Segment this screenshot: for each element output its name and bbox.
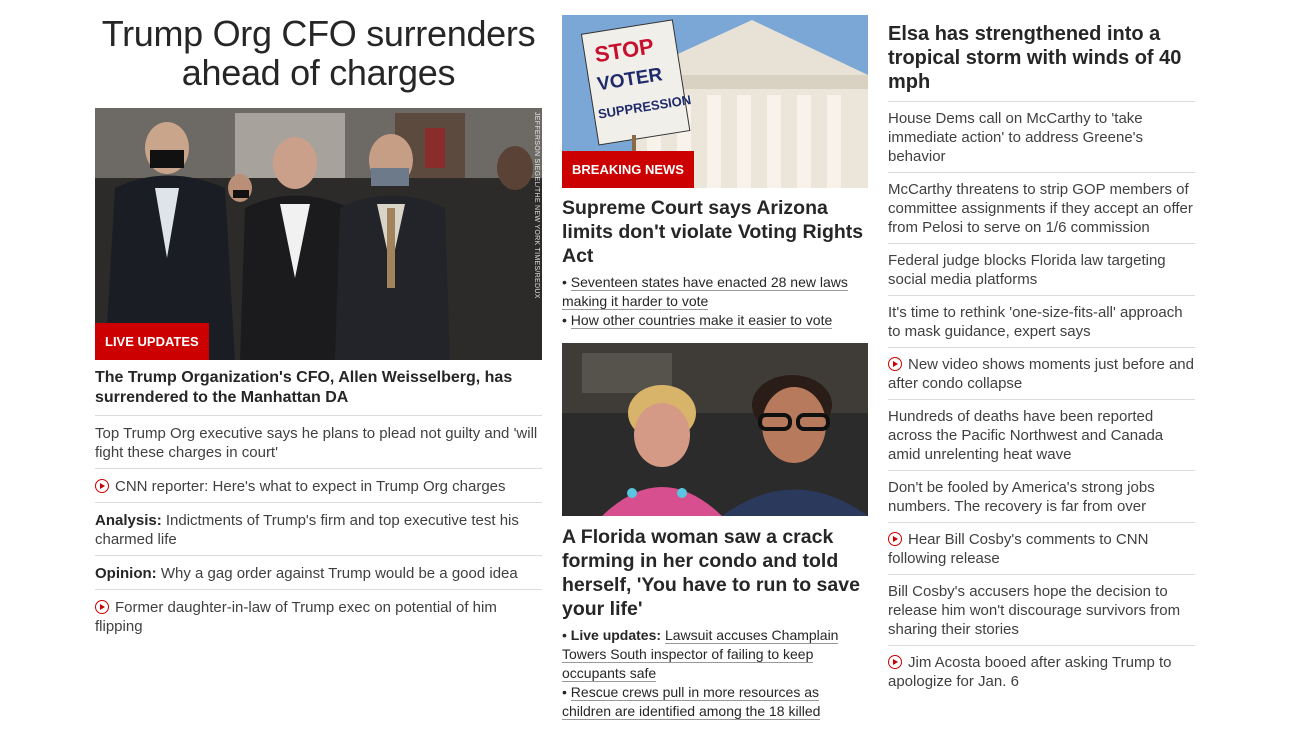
- list-item-text: Hear Bill Cosby's comments to CNN follow…: [888, 531, 1149, 567]
- condo-photo: [562, 343, 868, 516]
- play-video-icon: [95, 479, 109, 493]
- live-updates-badge[interactable]: LIVE UPDATES: [95, 323, 209, 360]
- list-item[interactable]: McCarthy threatens to strip GOP members …: [888, 173, 1195, 244]
- live-updates-label: Live updates:: [570, 627, 662, 643]
- list-item-text: Jim Acosta booed after asking Trump to a…: [888, 654, 1172, 690]
- condo-video-image[interactable]: [562, 343, 868, 516]
- lead-column: Trump Org CFO surrenders ahead of charge…: [95, 0, 542, 642]
- list-item-text: Bill Cosby's accusers hope the decision …: [888, 583, 1181, 638]
- play-video-icon: [95, 600, 109, 614]
- list-item[interactable]: Jim Acosta booed after asking Trump to a…: [888, 646, 1195, 697]
- list-item-text: Top Trump Org executive says he plans to…: [95, 425, 538, 461]
- supreme-court-bullets: • Seventeen states have enacted 28 new l…: [562, 273, 868, 330]
- bullet-item[interactable]: • How other countries make it easier to …: [562, 311, 868, 330]
- list-item[interactable]: Bill Cosby's accusers hope the decision …: [888, 575, 1195, 646]
- list-item-text: Federal judge blocks Florida law targeti…: [888, 252, 1166, 288]
- bullet-link[interactable]: Rescue crews pull in more resources as c…: [562, 684, 821, 720]
- list-item[interactable]: Former daughter-in-law of Trump exec on …: [95, 590, 542, 642]
- list-item-text: McCarthy threatens to strip GOP members …: [888, 181, 1193, 236]
- list-item-text: Don't be fooled by America's strong jobs…: [888, 479, 1155, 515]
- condo-bullets: • Live updates: Lawsuit accuses Champlai…: [562, 626, 868, 721]
- supreme-court-image[interactable]: STOP VOTER SUPPRESSION BREAKING NEWS: [562, 15, 868, 188]
- list-item[interactable]: Federal judge blocks Florida law targeti…: [888, 244, 1195, 296]
- list-item[interactable]: Top Trump Org executive says he plans to…: [95, 416, 542, 469]
- bullet-item[interactable]: • Rescue crews pull in more resources as…: [562, 683, 868, 721]
- play-video-icon: [888, 655, 902, 669]
- elsa-headline[interactable]: Elsa has strengthened into a tropical st…: [888, 22, 1195, 102]
- list-item-text: Former daughter-in-law of Trump exec on …: [95, 599, 497, 635]
- list-item[interactable]: Hear Bill Cosby's comments to CNN follow…: [888, 523, 1195, 575]
- lead-related-list: Top Trump Org executive says he plans to…: [95, 416, 542, 642]
- middle-column: STOP VOTER SUPPRESSION BREAKING NEWS Sup…: [562, 0, 868, 721]
- list-item-text: CNN reporter: Here's what to expect in T…: [115, 478, 506, 495]
- lead-image[interactable]: JEFFERSON SIEGEL/THE NEW YORK TIMES/REDU…: [95, 108, 542, 360]
- bullet-item[interactable]: • Live updates: Lawsuit accuses Champlai…: [562, 626, 868, 683]
- lead-title-link[interactable]: Trump Org CFO surrenders ahead of charge…: [102, 13, 536, 93]
- list-item[interactable]: House Dems call on McCarthy to 'take imm…: [888, 102, 1195, 173]
- bullet-item[interactable]: • Seventeen states have enacted 28 new l…: [562, 273, 868, 311]
- list-item[interactable]: Hundreds of deaths have been reported ac…: [888, 400, 1195, 471]
- lead-title[interactable]: Trump Org CFO surrenders ahead of charge…: [95, 14, 542, 92]
- list-item[interactable]: Don't be fooled by America's strong jobs…: [888, 471, 1195, 523]
- analysis-label: Analysis:: [95, 512, 162, 529]
- bullet-link[interactable]: How other countries make it easier to vo…: [570, 312, 833, 329]
- list-item-text: New video shows moments just before and …: [888, 356, 1194, 392]
- breaking-news-badge[interactable]: BREAKING NEWS: [562, 151, 694, 188]
- list-item-text: Hundreds of deaths have been reported ac…: [888, 408, 1164, 463]
- list-item[interactable]: New video shows moments just before and …: [888, 348, 1195, 400]
- bullet-link[interactable]: Seventeen states have enacted 28 new law…: [562, 274, 848, 310]
- list-item[interactable]: It's time to rethink 'one-size-fits-all'…: [888, 296, 1195, 348]
- play-video-icon: [888, 532, 902, 546]
- list-item[interactable]: CNN reporter: Here's what to expect in T…: [95, 469, 542, 503]
- opinion-label: Opinion:: [95, 565, 157, 582]
- list-item[interactable]: Opinion: Why a gag order against Trump w…: [95, 556, 542, 590]
- condo-headline[interactable]: A Florida woman saw a crack forming in h…: [562, 525, 868, 621]
- list-item-text: It's time to rethink 'one-size-fits-all'…: [888, 304, 1183, 340]
- right-column: Elsa has strengthened into a tropical st…: [888, 0, 1195, 697]
- lead-headline[interactable]: The Trump Organization's CFO, Allen Weis…: [95, 368, 542, 416]
- photo-credit: JEFFERSON SIEGEL/THE NEW YORK TIMES/REDU…: [533, 112, 540, 299]
- list-item[interactable]: Analysis: Indictments of Trump's firm an…: [95, 503, 542, 556]
- list-item-text: Why a gag order against Trump would be a…: [160, 565, 518, 582]
- play-video-icon: [888, 357, 902, 371]
- list-item-text: House Dems call on McCarthy to 'take imm…: [888, 110, 1144, 165]
- supreme-court-headline[interactable]: Supreme Court says Arizona limits don't …: [562, 196, 868, 268]
- right-column-list: House Dems call on McCarthy to 'take imm…: [888, 102, 1195, 697]
